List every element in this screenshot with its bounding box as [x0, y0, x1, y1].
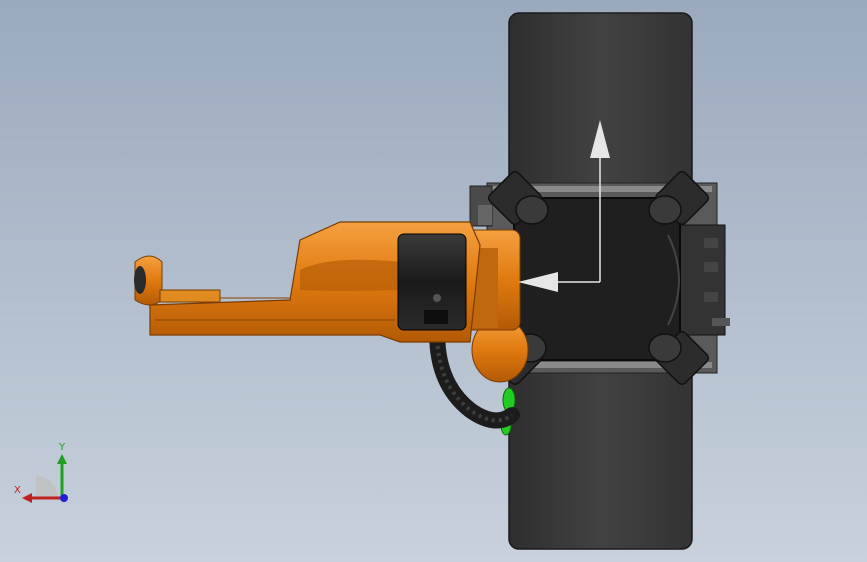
robot-assembly-model[interactable]	[0, 0, 867, 562]
motor-housing	[397, 233, 467, 331]
x-axis-label: X	[14, 485, 21, 496]
track-lower	[508, 367, 693, 550]
coordinate-triad: X Y	[10, 440, 80, 510]
robot-arm	[134, 221, 529, 383]
y-axis-label: Y	[59, 442, 66, 453]
3d-viewport[interactable]: X Y	[0, 0, 867, 562]
